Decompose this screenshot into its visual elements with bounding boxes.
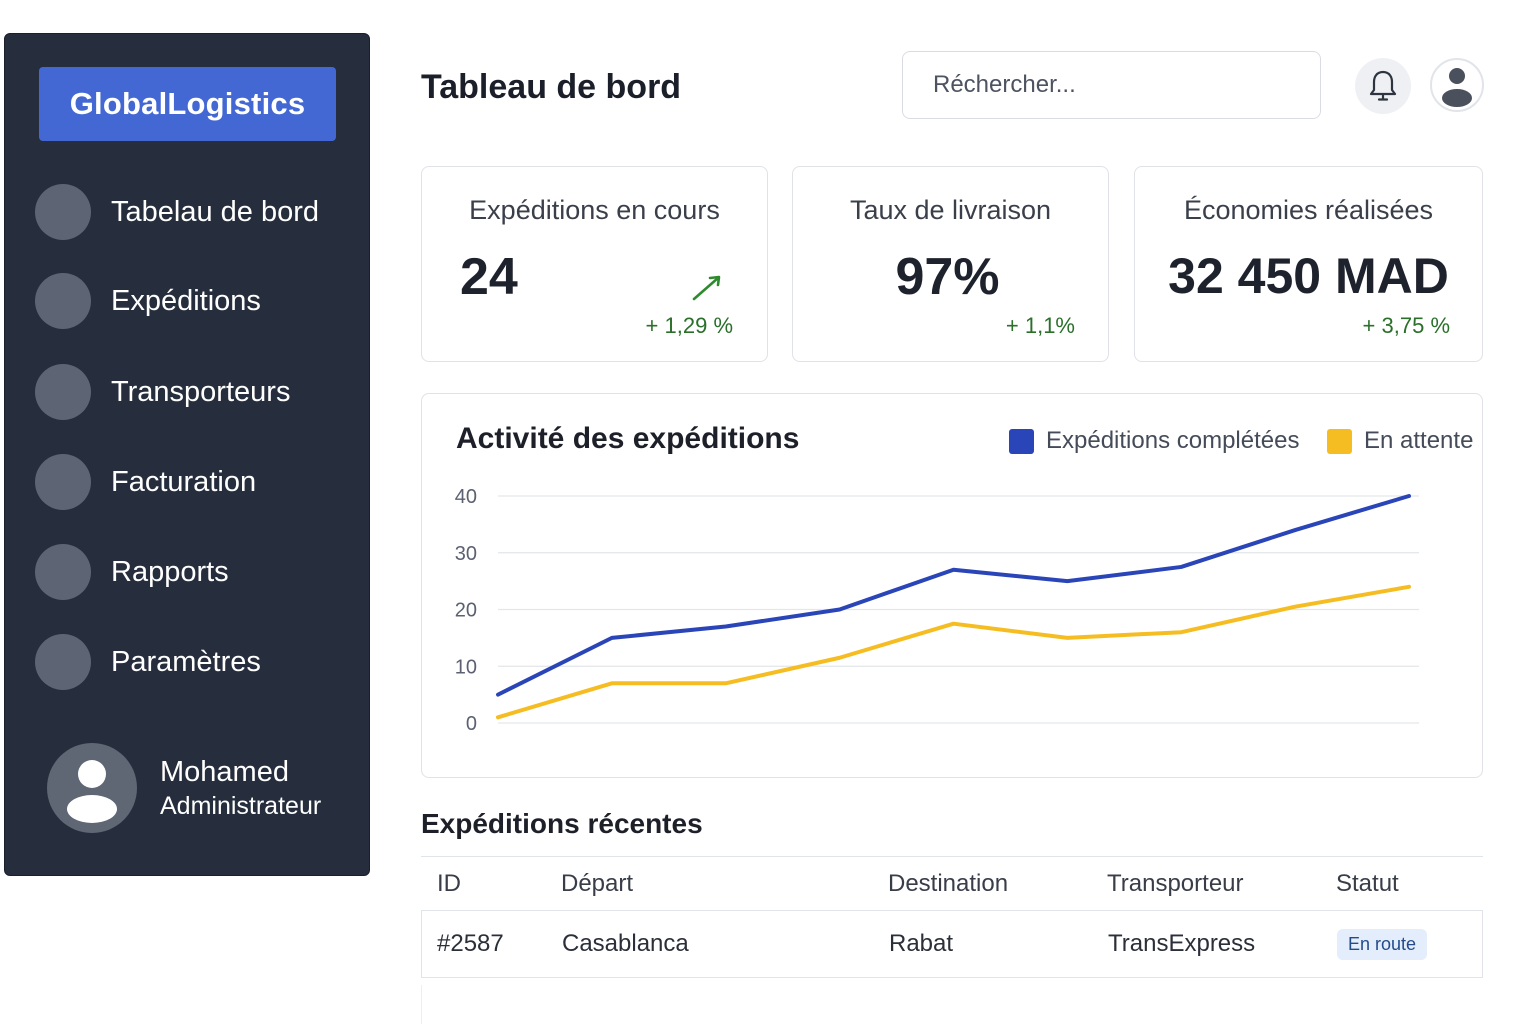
reports-icon (35, 544, 91, 600)
sidebar-item-carriers[interactable]: Transporteurs (35, 363, 355, 421)
column-header-departure[interactable]: Départ (561, 857, 633, 910)
cell-status: En route (1337, 911, 1428, 977)
sidebar-item-shipments[interactable]: Expéditions (35, 272, 355, 330)
series-line-completed (496, 494, 1411, 697)
column-header-id[interactable]: ID (437, 857, 461, 910)
column-header-status[interactable]: Statut (1336, 857, 1399, 910)
y-tick-label: 0 (466, 713, 477, 735)
cell-carrier: TransExpress (1108, 930, 1256, 957)
table-header: ID Départ Destination Transporteur Statu… (421, 856, 1483, 911)
chart-title: Activité des expéditions (456, 422, 800, 455)
dashboard-icon (35, 184, 91, 240)
column-header-carrier[interactable]: Transporteur (1107, 857, 1244, 910)
stat-value: 97% (895, 248, 1000, 306)
sidebar-item-label: Tabelau de bord (111, 195, 319, 228)
brand-logo[interactable]: GlobalLogistics (39, 67, 336, 141)
legend-item-completed[interactable]: Expéditions complétées (1009, 427, 1299, 455)
legend-label: Expéditions complétées (1046, 427, 1300, 454)
user-profile[interactable]: Mohamed Administrateur (47, 742, 347, 834)
avatar (47, 743, 137, 833)
stat-card-delivery-rate: Taux de livraison 97% + 1,1% (792, 166, 1109, 362)
stat-delta: + 1,29 % (645, 313, 733, 338)
user-menu-button[interactable] (1430, 58, 1484, 112)
page-title: Tableau de bord (421, 68, 682, 106)
legend-label: En attente (1364, 427, 1474, 454)
stat-card-shipments: Expéditions en cours 24 + 1,29 % (421, 166, 768, 362)
bell-icon (1369, 70, 1397, 101)
sidebar-item-label: Rapports (111, 555, 229, 588)
cell-departure: Casablanca (562, 930, 689, 957)
sidebar: GlobalLogistics Tabelau de bord Expéditi… (4, 33, 370, 876)
status-badge: En route (1337, 928, 1428, 960)
sidebar-item-label: Expéditions (111, 284, 261, 317)
stat-title: Économies réalisées (1183, 195, 1434, 225)
activity-chart-card: 0 10 20 30 40 Activité des expéditions Expéd… (421, 393, 1483, 778)
stat-delta: + 1,1% (1005, 313, 1075, 338)
y-tick-label: 30 (455, 543, 477, 565)
search-input[interactable] (902, 51, 1321, 119)
cell-destination: Rabat (889, 930, 954, 957)
settings-icon (35, 634, 91, 690)
table-edge (421, 985, 422, 1024)
legend-swatch (1009, 428, 1034, 454)
recent-shipments-table: ID Départ Destination Transporteur Statu… (421, 856, 1483, 978)
sidebar-item-label: Transporteurs (111, 375, 291, 408)
user-icon (1442, 68, 1472, 107)
y-tick-label: 40 (455, 486, 477, 508)
stat-title: Taux de livraison (849, 195, 1052, 225)
sidebar-item-dashboard[interactable]: Tabelau de bord (35, 183, 355, 241)
stat-title: Expéditions en cours (469, 195, 720, 225)
table-row[interactable]: #2587 Casablanca Rabat TransExpress En r… (421, 911, 1483, 978)
notifications-button[interactable] (1355, 58, 1411, 114)
trend-up-icon (692, 275, 721, 301)
user-silhouette-icon (67, 760, 117, 823)
sidebar-item-billing[interactable]: Facturation (35, 453, 355, 511)
stat-value: 24 (460, 248, 518, 306)
legend-item-pending[interactable]: En attente (1327, 427, 1473, 455)
y-tick-label: 10 (455, 656, 477, 678)
stat-delta: + 3,75 % (1362, 313, 1450, 338)
column-header-destination[interactable]: Destination (888, 857, 1008, 910)
stat-value: 32 450 MAD (1168, 248, 1449, 304)
sidebar-item-label: Paramètres (111, 645, 261, 678)
shipments-icon (35, 273, 91, 329)
sidebar-item-label: Facturation (111, 465, 257, 498)
legend-swatch (1327, 428, 1352, 454)
recent-shipments-title: Expéditions récentes (421, 808, 703, 839)
y-tick-label: 20 (455, 600, 477, 622)
carriers-icon (35, 364, 91, 420)
user-role: Administrateur (160, 792, 322, 820)
sidebar-item-reports[interactable]: Rapports (35, 543, 355, 601)
sidebar-item-settings[interactable]: Paramètres (35, 633, 355, 691)
billing-icon (35, 454, 91, 510)
user-name: Mohamed (160, 756, 289, 788)
cell-id: #2587 (437, 930, 504, 957)
series-line-pending (496, 584, 1411, 720)
stat-card-savings: Économies réalisées 32 450 MAD + 3,75 % (1134, 166, 1483, 362)
